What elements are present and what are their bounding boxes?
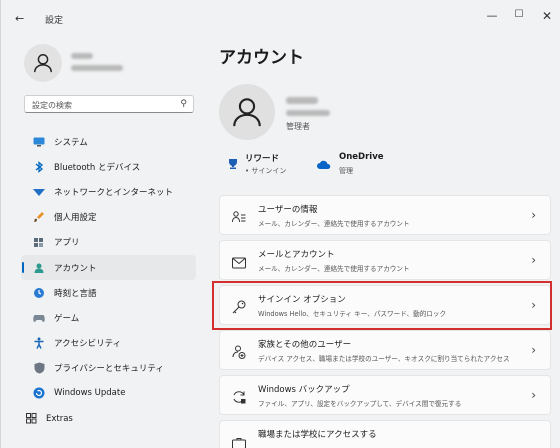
- family-icon: [232, 344, 246, 359]
- card-title: メールとアカウント: [258, 250, 335, 260]
- shield-icon: [33, 362, 45, 374]
- chevron-right-icon: ›: [531, 343, 536, 357]
- rewards-status: • サインイン: [245, 167, 287, 175]
- card-sign-in-options[interactable]: サインイン オプション Windows Hello、セキュリティ キー、パスワー…: [219, 285, 551, 325]
- brush-icon: [33, 211, 45, 223]
- bluetooth-icon: [33, 160, 45, 173]
- briefcase-icon: [232, 434, 246, 448]
- trophy-icon: [227, 155, 239, 169]
- extras-icon: [25, 413, 37, 425]
- sidebar-item-label: Bluetooth とデバイス: [54, 162, 141, 173]
- chevron-right-icon: ›: [531, 208, 536, 222]
- sidebar-item-label: プライバシーとセキュリティ: [54, 364, 164, 375]
- card-subtitle: ファイル、アプリ、設定をバックアップして、デバイス間で復元する: [258, 400, 462, 408]
- globe-clock-icon: [33, 287, 45, 299]
- card-subtitle: メール、カレンダー、連絡先で使用するアカウント: [258, 265, 410, 273]
- search-input[interactable]: 設定の検索 ⚲: [24, 95, 194, 113]
- chevron-right-icon: ›: [531, 298, 536, 312]
- sidebar-item-label: アプリ: [54, 238, 80, 249]
- account-name-redacted: [286, 97, 318, 104]
- update-icon: [33, 387, 45, 399]
- card-email-accounts[interactable]: メールとアカウント メール、カレンダー、連絡先で使用するアカウント ›: [219, 240, 551, 280]
- card-user-info[interactable]: ユーザーの情報 メール、カレンダー、連絡先で使用するアカウント ›: [219, 195, 551, 235]
- monitor-icon: [33, 136, 45, 148]
- person-icon: [33, 262, 45, 274]
- sidebar-item-label: Windows Update: [54, 388, 126, 399]
- minimize-button[interactable]: —: [482, 9, 502, 22]
- page-title: アカウント: [219, 48, 304, 68]
- sidebar-item-bluetooth[interactable]: Bluetooth とデバイス: [21, 154, 196, 179]
- sidebar-item-label: アカウント: [54, 263, 97, 274]
- maximize-button[interactable]: ☐: [509, 9, 529, 20]
- sidebar-item-privacy[interactable]: プライバシーとセキュリティ: [21, 356, 196, 381]
- search-icon: ⚲: [180, 99, 187, 109]
- account-type-redacted: [286, 110, 330, 116]
- sidebar-item-gaming[interactable]: ゲーム: [21, 305, 196, 330]
- sidebar-item-apps[interactable]: アプリ: [21, 230, 196, 255]
- card-title: サインイン オプション: [258, 295, 346, 305]
- sidebar-item-windows-update[interactable]: Windows Update: [21, 381, 196, 406]
- rewards-label: リワード: [245, 154, 280, 164]
- sidebar-item-accounts[interactable]: アカウント: [21, 254, 196, 281]
- card-subtitle: デバイス アクセス、職場または学校のユーザー、キオスクに割り当てられたアクセス: [258, 355, 510, 363]
- chevron-right-icon: ›: [531, 253, 536, 267]
- account-avatar[interactable]: [219, 84, 275, 140]
- card-title: Windows バックアップ: [258, 385, 350, 395]
- sidebar-nav: システム Bluetooth とデバイス ネットワークとインターネット 個人用設…: [21, 129, 196, 431]
- sidebar-item-label: アクセシビリティ: [54, 339, 122, 350]
- card-family-users[interactable]: 家族とその他のユーザー デバイス アクセス、職場または学校のユーザー、キオスクに…: [219, 330, 551, 370]
- onedrive-label: OneDrive: [339, 152, 384, 162]
- key-icon: [232, 299, 246, 314]
- sidebar-item-label: ゲーム: [54, 313, 80, 324]
- profile-type-redacted: [71, 65, 123, 71]
- search-placeholder: 設定の検索: [32, 101, 72, 110]
- sidebar-item-label: 時刻と言語: [54, 288, 97, 299]
- sidebar-item-label: ネットワークとインターネット: [54, 187, 174, 198]
- card-subtitle: Windows Hello、セキュリティ キー、パスワード、動的ロック: [258, 310, 447, 318]
- mail-icon: [232, 254, 246, 269]
- sidebar-item-time-language[interactable]: 時刻と言語: [21, 280, 196, 305]
- card-subtitle: メール、カレンダー、連絡先で使用するアカウント: [258, 220, 410, 228]
- settings-window: ← 設定 — ☐ ✕ 設定の検索 ⚲ システム Bluetooth とデバイス …: [0, 0, 560, 448]
- back-button[interactable]: ←: [15, 12, 24, 25]
- person-icon: [34, 54, 52, 73]
- title-bar: ← 設定 — ☐ ✕: [1, 0, 560, 34]
- sidebar-item-network[interactable]: ネットワークとインターネット: [21, 179, 196, 204]
- app-title: 設定: [45, 16, 64, 26]
- sidebar-item-label: システム: [54, 137, 88, 148]
- sidebar-item-label: 個人用設定: [54, 213, 97, 224]
- card-windows-backup[interactable]: Windows バックアップ ファイル、アプリ、設定をバックアップして、デバイス…: [219, 375, 551, 415]
- profile-avatar[interactable]: [24, 44, 62, 82]
- close-button[interactable]: ✕: [537, 9, 557, 23]
- card-work-school[interactable]: 職場または学校にアクセスする: [219, 420, 551, 448]
- profile-name-redacted: [71, 53, 93, 59]
- cloud-icon: [317, 155, 331, 169]
- sidebar-item-extras[interactable]: Extras: [21, 406, 196, 431]
- wifi-icon: [33, 186, 45, 198]
- card-title: 職場または学校にアクセスする: [258, 430, 377, 440]
- onedrive-manage: 管理: [339, 167, 353, 175]
- chevron-right-icon: ›: [531, 388, 536, 402]
- account-role: 管理者: [286, 122, 310, 131]
- sidebar-item-label: Extras: [46, 413, 73, 424]
- card-title: ユーザーの情報: [258, 205, 318, 215]
- user-info-icon: [232, 209, 246, 223]
- person-icon: [233, 98, 261, 127]
- sidebar-item-personalization[interactable]: 個人用設定: [21, 205, 196, 230]
- accessibility-icon: [33, 337, 45, 349]
- apps-icon: [33, 236, 45, 248]
- card-title: 家族とその他のユーザー: [258, 340, 352, 350]
- gamepad-icon: [33, 312, 45, 324]
- sidebar-item-system[interactable]: システム: [21, 129, 196, 154]
- backup-icon: [232, 389, 246, 404]
- sidebar-item-accessibility[interactable]: アクセシビリティ: [21, 331, 196, 356]
